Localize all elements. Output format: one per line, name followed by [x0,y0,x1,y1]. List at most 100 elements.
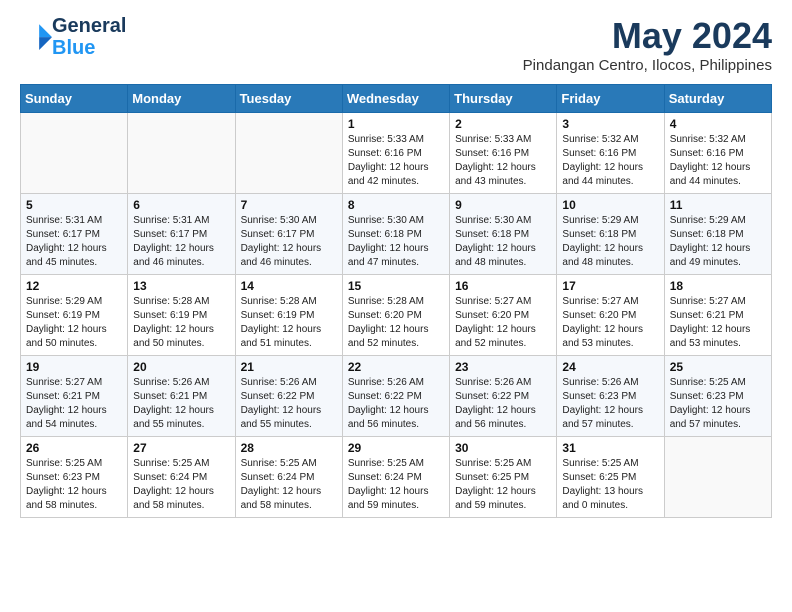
calendar-cell: 3 Sunrise: 5:32 AM Sunset: 6:16 PM Daylig… [557,113,664,194]
day-number: 6 [133,198,229,212]
calendar-cell: 23Sunrise: 5:26 AM Sunset: 6:22 PM Dayli… [450,356,557,437]
day-info: Sunrise: 5:26 AM Sunset: 6:22 PM Dayligh… [241,376,337,432]
calendar-cell [235,113,342,194]
day-info: Sunrise: 5:26 AM Sunset: 6:22 PM Dayligh… [348,376,444,432]
header: General Blue May 2024 Pindangan Centro, … [20,15,772,74]
calendar-cell: 22 Sunrise: 5:26 AM Sunset: 6:22 PM Dayli… [342,356,449,437]
day-info: Sunrise: 5:25 AM Sunset: 6:24 PM Dayligh… [133,457,229,513]
calendar-week-row: 26 Sunrise: 5:25 AM Sunset: 6:23 PM Dayli… [21,437,772,518]
day-number: 29 [348,441,444,455]
day-info: Sunrise: 5:31 AM Sunset: 6:17 PM Dayligh… [26,214,122,270]
calendar-day-header: Tuesday [235,85,342,113]
day-number: 21 [241,360,337,374]
calendar-cell [21,113,128,194]
day-number: 16 [455,279,551,293]
day-info: Sunrise: 5:32 AM Sunset: 6:16 PM Dayligh… [562,133,658,189]
calendar-cell: 5 Sunrise: 5:31 AM Sunset: 6:17 PM Daylig… [21,194,128,275]
calendar-cell: 10 Sunrise: 5:29 AM Sunset: 6:18 PM Dayli… [557,194,664,275]
day-number: 20 [133,360,229,374]
day-number: 5 [26,198,122,212]
location-subtitle: Pindangan Centro, Ilocos, Philippines [523,57,772,74]
calendar-cell: 24Sunrise: 5:26 AM Sunset: 6:23 PM Dayli… [557,356,664,437]
day-number: 27 [133,441,229,455]
day-number: 2 [455,117,551,131]
calendar-cell: 19 Sunrise: 5:27 AM Sunset: 6:21 PM Dayli… [21,356,128,437]
day-number: 1 [348,117,444,131]
day-number: 19 [26,360,122,374]
calendar-day-header: Wednesday [342,85,449,113]
calendar-cell: 28 Sunrise: 5:25 AM Sunset: 6:24 PM Dayli… [235,437,342,518]
day-number: 26 [26,441,122,455]
day-number: 11 [670,198,766,212]
calendar-table: SundayMondayTuesdayWednesdayThursdayFrid… [20,84,772,518]
month-title: May 2024 [523,15,772,57]
day-number: 31 [562,441,658,455]
calendar-cell: 12 Sunrise: 5:29 AM Sunset: 6:19 PM Dayli… [21,275,128,356]
calendar-cell: 30 Sunrise: 5:25 AM Sunset: 6:25 PM Dayli… [450,437,557,518]
calendar-week-row: 19 Sunrise: 5:27 AM Sunset: 6:21 PM Dayli… [21,356,772,437]
calendar-day-header: Friday [557,85,664,113]
day-number: 12 [26,279,122,293]
calendar-cell: 15Sunrise: 5:28 AM Sunset: 6:20 PM Dayli… [342,275,449,356]
day-info: Sunrise: 5:31 AM Sunset: 6:17 PM Dayligh… [133,214,229,270]
logo-general: General [52,15,126,37]
day-number: 9 [455,198,551,212]
day-info: Sunrise: 5:29 AM Sunset: 6:19 PM Dayligh… [26,295,122,351]
day-info: Sunrise: 5:33 AM Sunset: 6:16 PM Dayligh… [455,133,551,189]
page: General Blue May 2024 Pindangan Centro, … [0,0,792,612]
day-number: 28 [241,441,337,455]
calendar-cell: 1 Sunrise: 5:33 AM Sunset: 6:16 PM Daylig… [342,113,449,194]
calendar-cell: 25Sunrise: 5:25 AM Sunset: 6:23 PM Dayli… [664,356,771,437]
day-number: 7 [241,198,337,212]
day-number: 10 [562,198,658,212]
day-number: 30 [455,441,551,455]
day-number: 13 [133,279,229,293]
calendar-day-header: Sunday [21,85,128,113]
calendar-cell: 11 Sunrise: 5:29 AM Sunset: 6:18 PM Dayli… [664,194,771,275]
day-info: Sunrise: 5:33 AM Sunset: 6:16 PM Dayligh… [348,133,444,189]
calendar-week-row: 5 Sunrise: 5:31 AM Sunset: 6:17 PM Daylig… [21,194,772,275]
day-number: 25 [670,360,766,374]
day-info: Sunrise: 5:27 AM Sunset: 6:20 PM Dayligh… [455,295,551,351]
calendar-cell: 8Sunrise: 5:30 AM Sunset: 6:18 PM Daylig… [342,194,449,275]
calendar-cell [664,437,771,518]
day-number: 23 [455,360,551,374]
day-info: Sunrise: 5:26 AM Sunset: 6:21 PM Dayligh… [133,376,229,432]
day-number: 3 [562,117,658,131]
day-number: 17 [562,279,658,293]
day-info: Sunrise: 5:29 AM Sunset: 6:18 PM Dayligh… [670,214,766,270]
calendar-cell: 16 Sunrise: 5:27 AM Sunset: 6:20 PM Dayli… [450,275,557,356]
day-info: Sunrise: 5:27 AM Sunset: 6:21 PM Dayligh… [26,376,122,432]
day-info: Sunrise: 5:27 AM Sunset: 6:20 PM Dayligh… [562,295,658,351]
day-info: Sunrise: 5:28 AM Sunset: 6:19 PM Dayligh… [133,295,229,351]
calendar-cell: 21 Sunrise: 5:26 AM Sunset: 6:22 PM Dayli… [235,356,342,437]
calendar-cell: 29Sunrise: 5:25 AM Sunset: 6:24 PM Dayli… [342,437,449,518]
day-info: Sunrise: 5:28 AM Sunset: 6:19 PM Dayligh… [241,295,337,351]
calendar-cell: 6 Sunrise: 5:31 AM Sunset: 6:17 PM Daylig… [128,194,235,275]
day-info: Sunrise: 5:25 AM Sunset: 6:25 PM Dayligh… [562,457,658,513]
calendar-cell: 27 Sunrise: 5:25 AM Sunset: 6:24 PM Dayli… [128,437,235,518]
calendar-cell: 18Sunrise: 5:27 AM Sunset: 6:21 PM Dayli… [664,275,771,356]
day-info: Sunrise: 5:25 AM Sunset: 6:25 PM Dayligh… [455,457,551,513]
day-number: 14 [241,279,337,293]
calendar-day-header: Thursday [450,85,557,113]
day-number: 15 [348,279,444,293]
day-info: Sunrise: 5:30 AM Sunset: 6:17 PM Dayligh… [241,214,337,270]
logo: General Blue [20,15,126,59]
day-number: 24 [562,360,658,374]
calendar-header-row: SundayMondayTuesdayWednesdayThursdayFrid… [21,85,772,113]
day-info: Sunrise: 5:29 AM Sunset: 6:18 PM Dayligh… [562,214,658,270]
logo-icon [22,20,52,50]
calendar-cell [128,113,235,194]
calendar-cell: 26 Sunrise: 5:25 AM Sunset: 6:23 PM Dayli… [21,437,128,518]
day-info: Sunrise: 5:30 AM Sunset: 6:18 PM Dayligh… [348,214,444,270]
day-info: Sunrise: 5:25 AM Sunset: 6:23 PM Dayligh… [26,457,122,513]
calendar-cell: 14 Sunrise: 5:28 AM Sunset: 6:19 PM Dayli… [235,275,342,356]
calendar-cell: 4Sunrise: 5:32 AM Sunset: 6:16 PM Daylig… [664,113,771,194]
logo-blue: Blue [52,37,126,59]
day-number: 22 [348,360,444,374]
day-number: 18 [670,279,766,293]
calendar-day-header: Saturday [664,85,771,113]
day-info: Sunrise: 5:25 AM Sunset: 6:24 PM Dayligh… [241,457,337,513]
calendar-cell: 20 Sunrise: 5:26 AM Sunset: 6:21 PM Dayli… [128,356,235,437]
